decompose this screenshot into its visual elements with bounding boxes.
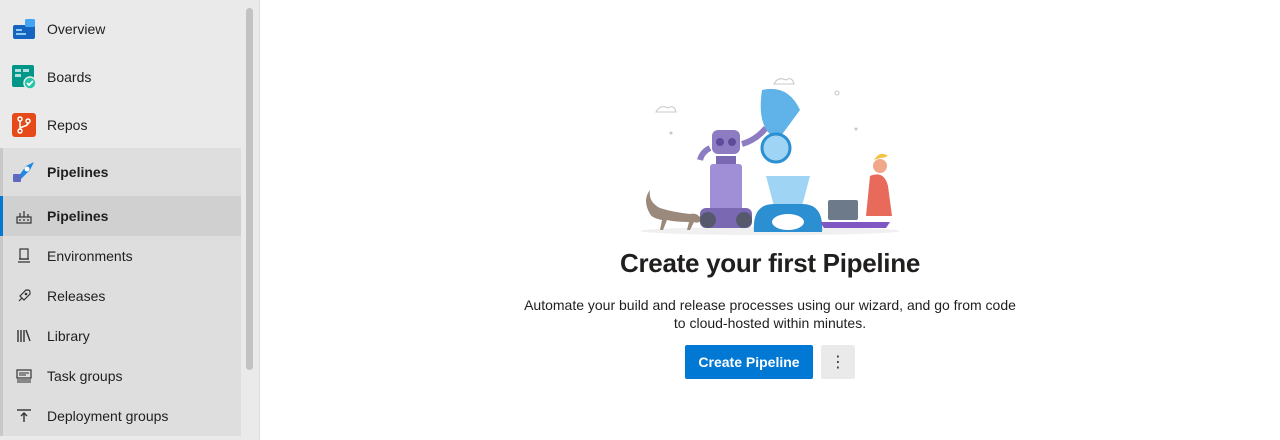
releases-rocket-icon	[18, 289, 31, 302]
selected-indicator	[0, 196, 3, 236]
nav-item-label: Repos	[47, 117, 88, 133]
create-pipeline-button[interactable]: Create Pipeline	[685, 345, 813, 379]
sub-item-pipelines[interactable]: Pipelines	[0, 196, 241, 236]
nav-item-repos[interactable]: Repos	[0, 101, 241, 149]
pipelines-list-icon	[16, 211, 32, 224]
sub-item-label: Releases	[47, 288, 106, 304]
more-options-button[interactable]: ⋮	[821, 345, 855, 379]
sub-item-label: Task groups	[47, 368, 123, 384]
nav-item-overview[interactable]: Overview	[0, 5, 241, 53]
boards-icon	[12, 65, 36, 89]
sub-item-task-groups[interactable]: Task groups	[0, 356, 241, 396]
left-navigation-sidebar: Overview Boards Repos Pipelines Pipeline…	[0, 0, 260, 440]
main-content: Create your first Pipeline Automate your…	[260, 0, 1280, 440]
overview-icon	[13, 19, 35, 39]
more-vertical-icon: ⋮	[830, 352, 846, 371]
sub-item-label: Pipelines	[47, 208, 109, 224]
sub-item-releases[interactable]: Releases	[0, 276, 241, 316]
pipeline-hero-illustration	[640, 78, 900, 235]
sub-item-label: Deployment groups	[47, 408, 169, 424]
sub-item-label: Environments	[47, 248, 133, 264]
nav-item-label: Boards	[47, 69, 92, 85]
sub-item-environments[interactable]: Environments	[0, 236, 241, 276]
nav-item-label: Overview	[47, 21, 106, 37]
nav-group-label: Pipelines	[47, 164, 109, 180]
pipelines-icon	[13, 162, 34, 182]
page-description: Automate your build and release processe…	[524, 297, 1016, 331]
environments-icon	[18, 248, 30, 263]
pipelines-nav-group: Pipelines Pipelines Environments Release…	[0, 148, 241, 436]
deployment-groups-icon	[17, 409, 31, 422]
page-title: Create your first Pipeline	[620, 248, 920, 278]
nav-item-boards[interactable]: Boards	[0, 53, 241, 101]
repos-icon	[12, 113, 36, 137]
task-groups-icon	[16, 369, 32, 383]
nav-item-pipelines[interactable]: Pipelines	[0, 148, 241, 196]
sidebar-scrollbar[interactable]	[246, 8, 253, 370]
sub-item-deployment-groups[interactable]: Deployment groups	[0, 396, 241, 436]
sub-item-label: Library	[47, 328, 90, 344]
library-icon	[17, 329, 31, 342]
sub-item-library[interactable]: Library	[0, 316, 241, 356]
